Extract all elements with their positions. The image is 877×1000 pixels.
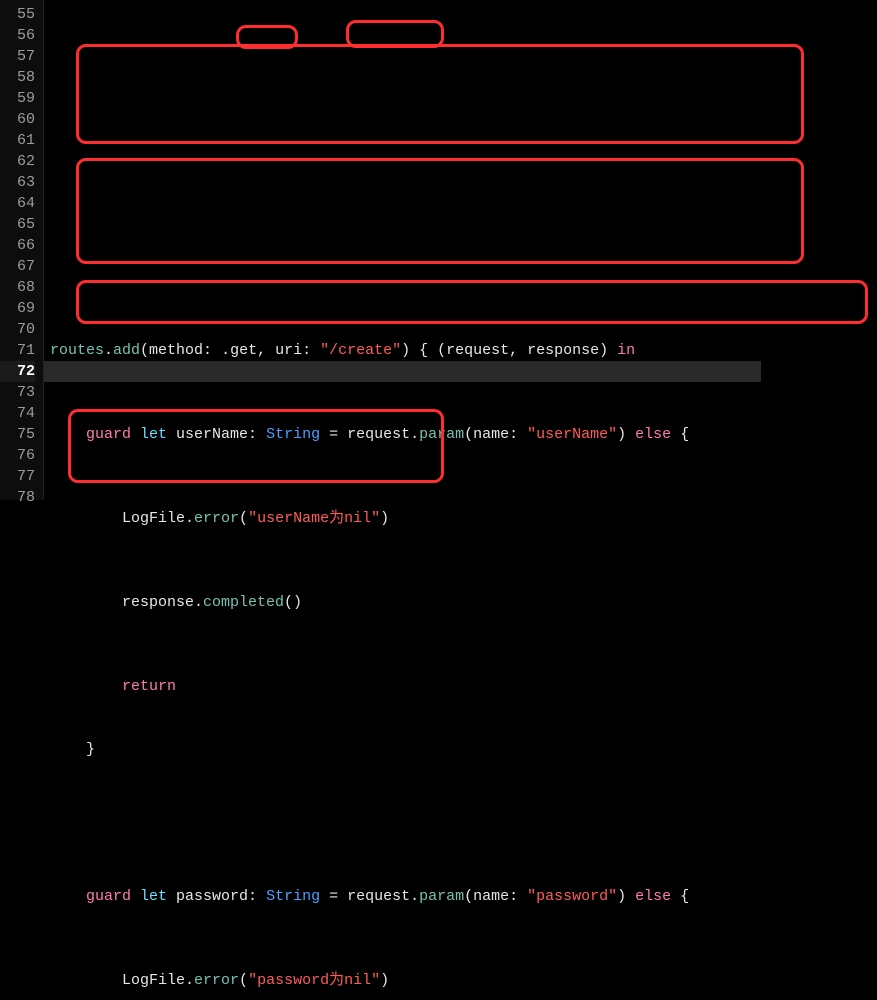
- annotation-box: [76, 280, 868, 324]
- code-editor[interactable]: 55 56 57 58 59 60 61 62 63 64 65 66 67 6…: [0, 0, 877, 500]
- code-line: }: [50, 739, 761, 760]
- code-line: LogFile.error("userName为nil"): [50, 508, 761, 529]
- annotation-box: [76, 158, 804, 264]
- annotation-box: [346, 20, 444, 48]
- annotation-box: [76, 44, 804, 144]
- code-line: routes.add(method: .get, uri: "/create")…: [50, 340, 761, 361]
- code-line: guard let userName: String = request.par…: [50, 424, 761, 445]
- line-number-gutter: 55 56 57 58 59 60 61 62 63 64 65 66 67 6…: [0, 0, 44, 500]
- code-line: [50, 802, 761, 823]
- code-line: response.completed(): [50, 592, 761, 613]
- code-line: [50, 256, 761, 277]
- code-line: LogFile.error("password为nil"): [50, 970, 761, 991]
- code-line: return: [50, 676, 761, 697]
- current-line-highlight: [44, 361, 761, 382]
- annotation-box: [236, 25, 298, 49]
- annotation-box: [68, 409, 444, 483]
- code-line: guard let password: String = request.par…: [50, 886, 761, 907]
- code-area[interactable]: routes.add(method: .get, uri: "/create")…: [44, 0, 761, 500]
